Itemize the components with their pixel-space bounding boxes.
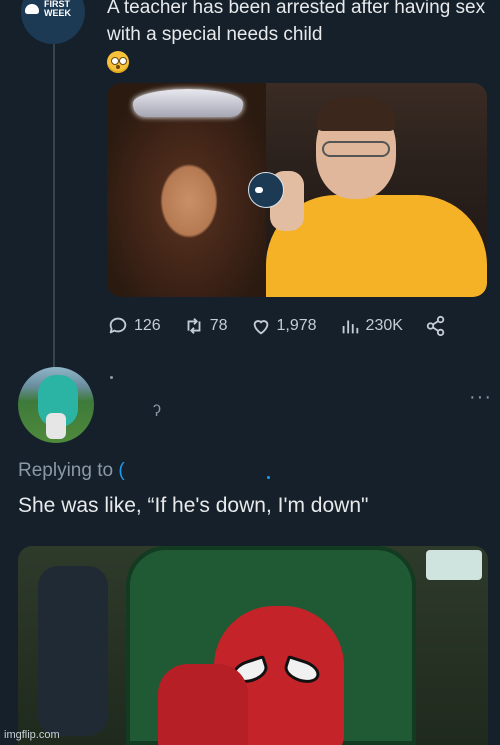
hair xyxy=(316,97,396,131)
views-button[interactable]: 230K xyxy=(339,315,403,337)
media-photo-left[interactable] xyxy=(107,83,266,297)
retweet-count: 78 xyxy=(209,317,228,334)
share-icon xyxy=(426,315,445,337)
lamp xyxy=(38,566,108,736)
cloud-icon xyxy=(25,4,39,14)
views-chart-icon xyxy=(342,320,358,334)
reply-media-spiderman[interactable] xyxy=(18,546,488,745)
soccer-player-shorts xyxy=(46,413,66,439)
tweet-action-bar: 126 78 1,978 230K xyxy=(107,312,477,340)
reply-icon xyxy=(109,317,127,334)
redacted-handle-dot xyxy=(267,476,270,479)
replying-to-label: Replying to xyxy=(18,460,114,481)
cloud-icon xyxy=(255,187,263,193)
like-button[interactable]: 1,978 xyxy=(250,315,317,337)
replying-to-handle[interactable]: ( xyxy=(118,460,124,481)
retweet-button[interactable]: 78 xyxy=(183,315,228,337)
tweet-text: A teacher has been arrested after having… xyxy=(107,0,486,45)
imgflip-watermark: imgflip.com xyxy=(4,729,60,741)
thread-line xyxy=(53,44,55,372)
redacted-name-dot xyxy=(110,376,113,379)
reply-button[interactable]: 126 xyxy=(107,315,161,337)
spiderman-hand xyxy=(158,664,248,745)
tweet-media[interactable] xyxy=(107,83,487,297)
reply-text: She was like, “If he's down, I'm down" xyxy=(18,494,369,517)
window xyxy=(426,550,482,580)
views-count: 230K xyxy=(365,317,403,334)
retweet-icon xyxy=(187,318,201,334)
share-button[interactable] xyxy=(425,315,447,337)
author-avatar[interactable]: FIRST WEEK xyxy=(21,0,85,44)
redacted-handle-fragment: ʔ xyxy=(153,403,161,420)
replying-to-line: Replying to ( xyxy=(18,460,125,482)
avatar-brand-text: FIRST WEEK xyxy=(44,0,71,18)
tiara xyxy=(133,89,243,117)
reply-count: 126 xyxy=(134,317,161,334)
more-options-button[interactable]: ··· xyxy=(469,386,492,409)
glasses xyxy=(322,141,390,157)
heart-icon xyxy=(253,320,268,335)
like-count: 1,978 xyxy=(276,317,317,334)
flushed-face-emoji-icon xyxy=(107,51,129,73)
media-photo-right[interactable] xyxy=(266,83,487,297)
media-logo-badge xyxy=(248,172,284,208)
reply-author-avatar[interactable] xyxy=(18,367,94,443)
